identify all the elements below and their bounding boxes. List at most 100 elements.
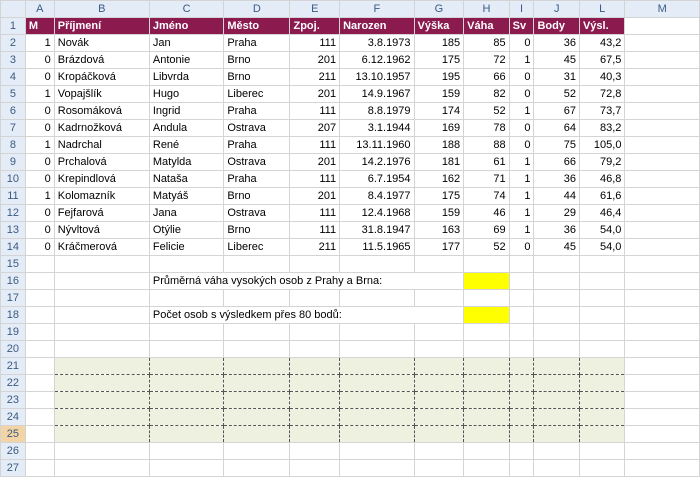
cell-27-4[interactable]: [290, 460, 340, 477]
cell-4-nar[interactable]: 13.10.1957: [340, 69, 414, 86]
cell-14-M[interactable]: 0: [25, 239, 54, 256]
cell-14-vyska[interactable]: 177: [414, 239, 464, 256]
cell-6-vysl[interactable]: 73,7: [579, 103, 624, 120]
cell-15-7[interactable]: [464, 256, 509, 273]
cell-11-nar[interactable]: 8.4.1977: [340, 188, 414, 205]
dotted-cell-24-8[interactable]: [509, 409, 534, 426]
select-all-corner[interactable]: [1, 1, 26, 18]
cell-7-vaha[interactable]: 78: [464, 120, 509, 137]
dotted-cell-23-3[interactable]: [224, 392, 290, 409]
cell-26-11[interactable]: [625, 443, 700, 460]
cell-9-vaha[interactable]: 61: [464, 154, 509, 171]
cell-14-mesto[interactable]: Liberec: [224, 239, 290, 256]
cell-13-body[interactable]: 36: [534, 222, 579, 239]
row-header-18[interactable]: 18: [1, 307, 26, 324]
cell-8-mesto[interactable]: Praha: [224, 137, 290, 154]
cell-5-M[interactable]: [625, 86, 700, 103]
row-header-19[interactable]: 19: [1, 324, 26, 341]
dotted-cell-21-6[interactable]: [414, 358, 464, 375]
cell-3-sv[interactable]: 1: [509, 52, 534, 69]
dotted-cell-23-5[interactable]: [340, 392, 414, 409]
cell-27-3[interactable]: [224, 460, 290, 477]
cell-2-vysl[interactable]: 43,2: [579, 35, 624, 52]
cell-26-4[interactable]: [290, 443, 340, 460]
cell-24-A[interactable]: [25, 409, 54, 426]
cell-12-vaha[interactable]: 46: [464, 205, 509, 222]
cell-9-jm[interactable]: Matylda: [149, 154, 223, 171]
cell-4-zpoj[interactable]: 211: [290, 69, 340, 86]
dotted-cell-25-4[interactable]: [290, 426, 340, 443]
cell-19-9[interactable]: [534, 324, 579, 341]
spreadsheet-grid[interactable]: ABCDEFGHIJLM1MPříjmeníJménoMěstoZpoj.Nar…: [0, 0, 700, 477]
cell-4-sv[interactable]: 0: [509, 69, 534, 86]
dotted-cell-21-10[interactable]: [579, 358, 624, 375]
cell-27-9[interactable]: [534, 460, 579, 477]
cell-5-jm[interactable]: Hugo: [149, 86, 223, 103]
cell-6-vaha[interactable]: 52: [464, 103, 509, 120]
cell-2-M[interactable]: 1: [25, 35, 54, 52]
cell-15-4[interactable]: [290, 256, 340, 273]
dotted-cell-25-6[interactable]: [414, 426, 464, 443]
dotted-cell-25-2[interactable]: [149, 426, 223, 443]
cell-2-M[interactable]: [625, 35, 700, 52]
dotted-cell-22-6[interactable]: [414, 375, 464, 392]
cell-1-M[interactable]: [625, 18, 700, 35]
cell-5-vysl[interactable]: 72,8: [579, 86, 624, 103]
cell-19-3[interactable]: [224, 324, 290, 341]
cell-13-M[interactable]: 0: [25, 222, 54, 239]
row-header-3[interactable]: 3: [1, 52, 26, 69]
header-cell-I[interactable]: Sv: [509, 18, 534, 35]
cell-19-7[interactable]: [464, 324, 509, 341]
cell-14-zpoj[interactable]: 211: [290, 239, 340, 256]
col-header-F[interactable]: F: [340, 1, 414, 18]
cell-9-vysl[interactable]: 79,2: [579, 154, 624, 171]
cell-20-3[interactable]: [224, 341, 290, 358]
dotted-cell-24-6[interactable]: [414, 409, 464, 426]
cell-14-vaha[interactable]: 52: [464, 239, 509, 256]
cell-17-9[interactable]: [534, 290, 579, 307]
cell-26-7[interactable]: [464, 443, 509, 460]
cell-22-M[interactable]: [625, 375, 700, 392]
cell-19-2[interactable]: [149, 324, 223, 341]
cell-5-vaha[interactable]: 82: [464, 86, 509, 103]
cell-11-vaha[interactable]: 74: [464, 188, 509, 205]
cell-19-5[interactable]: [340, 324, 414, 341]
cell-5-mesto[interactable]: Liberec: [224, 86, 290, 103]
cell-17-5[interactable]: [340, 290, 414, 307]
cell-11-M[interactable]: 1: [25, 188, 54, 205]
cell-15-1[interactable]: [54, 256, 149, 273]
cell-22-A[interactable]: [25, 375, 54, 392]
cell-13-jm[interactable]: Otýlie: [149, 222, 223, 239]
cell-4-vysl[interactable]: 40,3: [579, 69, 624, 86]
cell-2-sv[interactable]: 0: [509, 35, 534, 52]
cell-3-body[interactable]: 45: [534, 52, 579, 69]
row-header-10[interactable]: 10: [1, 171, 26, 188]
cell-7-vyska[interactable]: 169: [414, 120, 464, 137]
cell-6-M[interactable]: 0: [25, 103, 54, 120]
cell-15-10[interactable]: [579, 256, 624, 273]
cell-27-0[interactable]: [25, 460, 54, 477]
cell-3-vyska[interactable]: 175: [414, 52, 464, 69]
cell-26-10[interactable]: [579, 443, 624, 460]
dotted-cell-22-4[interactable]: [290, 375, 340, 392]
cell-18-A[interactable]: [25, 307, 54, 324]
cell-27-8[interactable]: [509, 460, 534, 477]
header-cell-L[interactable]: Výsl.: [579, 18, 624, 35]
cell-8-zpoj[interactable]: 111: [290, 137, 340, 154]
cell-20-6[interactable]: [414, 341, 464, 358]
cell-21-A[interactable]: [25, 358, 54, 375]
cell-19-8[interactable]: [509, 324, 534, 341]
cell-14-M[interactable]: [625, 239, 700, 256]
dotted-cell-23-9[interactable]: [534, 392, 579, 409]
col-header-B[interactable]: B: [54, 1, 149, 18]
cell-11-body[interactable]: 44: [534, 188, 579, 205]
cell-27-1[interactable]: [54, 460, 149, 477]
cell-6-sv[interactable]: 1: [509, 103, 534, 120]
header-cell-B[interactable]: Příjmení: [54, 18, 149, 35]
cell-4-body[interactable]: 31: [534, 69, 579, 86]
cell-13-vaha[interactable]: 69: [464, 222, 509, 239]
dotted-cell-23-7[interactable]: [464, 392, 509, 409]
cell-10-body[interactable]: 36: [534, 171, 579, 188]
cell-20-8[interactable]: [509, 341, 534, 358]
dotted-cell-21-9[interactable]: [534, 358, 579, 375]
